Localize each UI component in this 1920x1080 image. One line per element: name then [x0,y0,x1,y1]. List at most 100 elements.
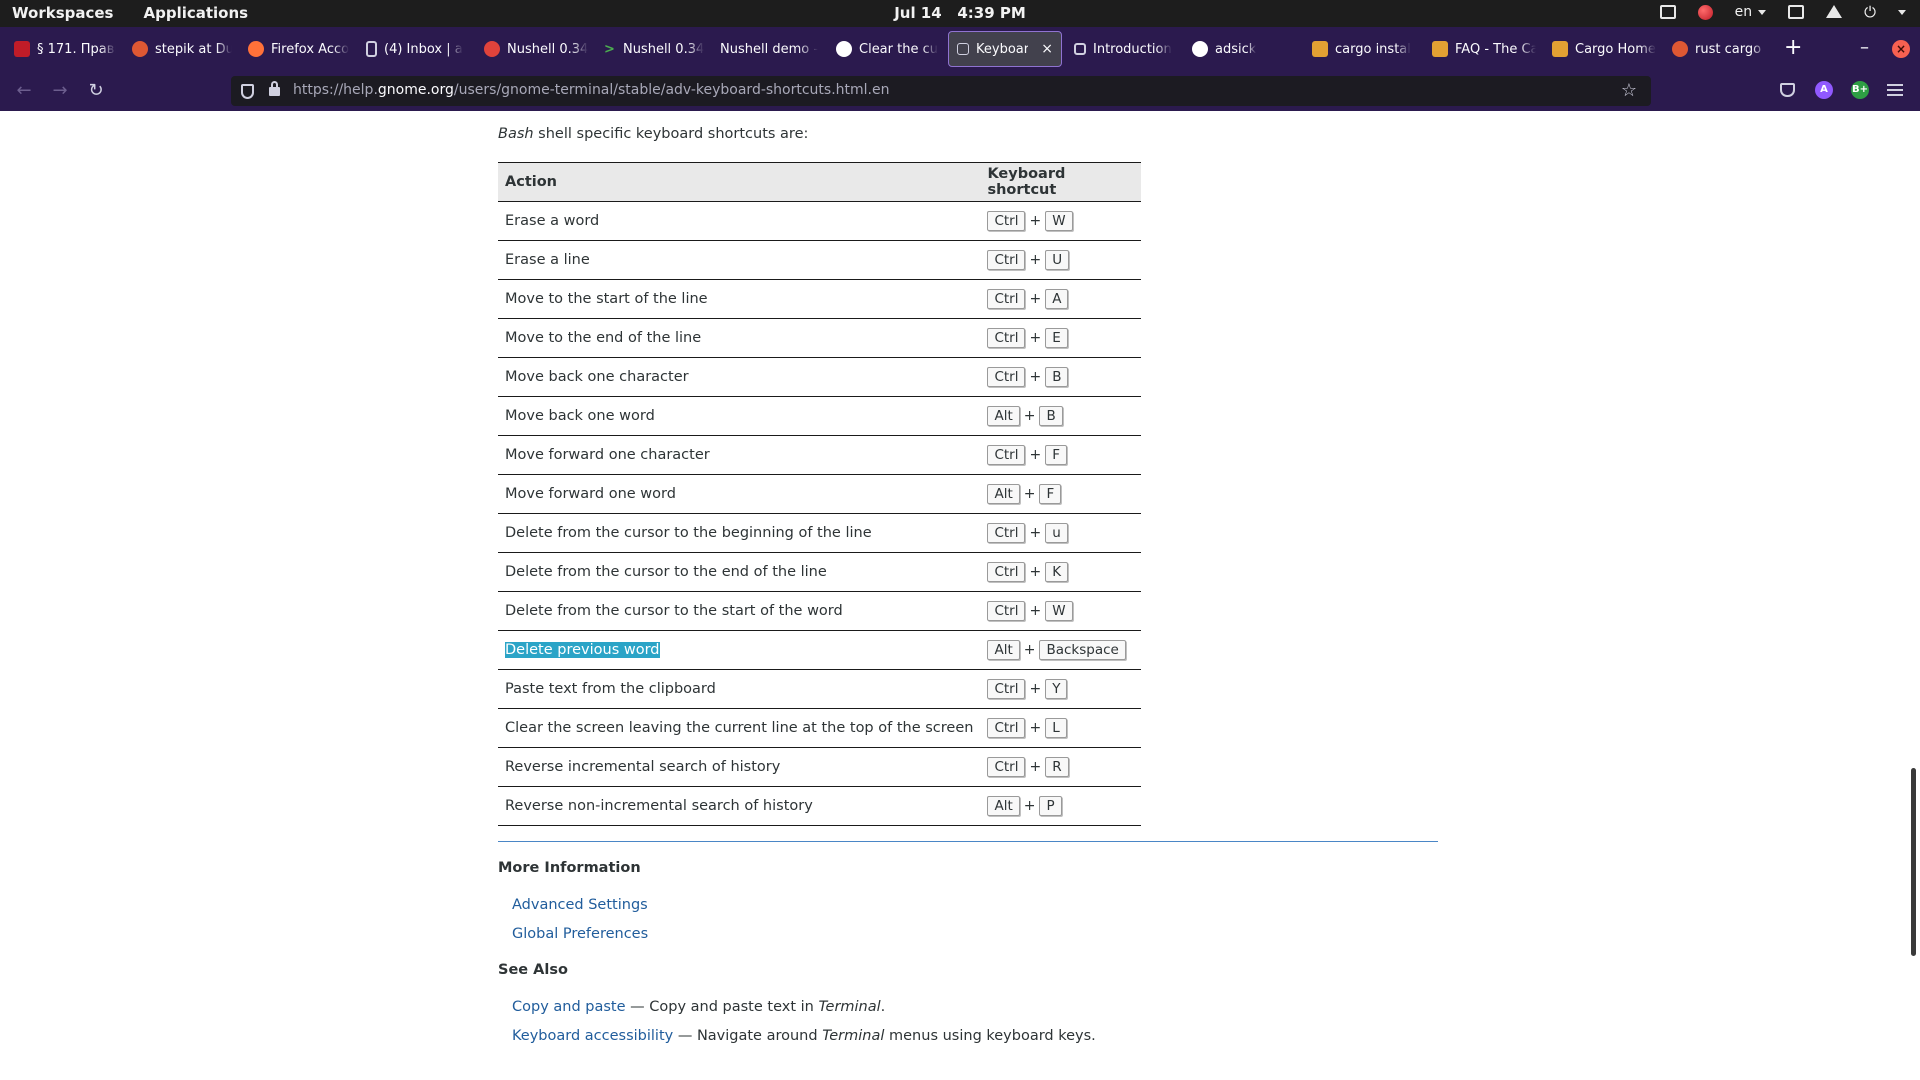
tab-10[interactable]: Introduction [1066,31,1184,67]
display-icon[interactable] [1659,5,1676,19]
advanced-settings-link[interactable]: Advanced Settings [512,897,648,913]
system-menu-chevron-icon[interactable] [1898,9,1906,15]
volume-icon[interactable] [1826,5,1843,19]
global-preferences-link[interactable]: Global Preferences [512,926,648,942]
shield-icon[interactable] [241,84,254,99]
gnome-help-icon [957,43,969,55]
extension-icon[interactable]: B+ [1851,81,1869,99]
account-avatar[interactable]: A [1815,81,1833,99]
tab-13[interactable]: FAQ - The Ca [1424,31,1544,67]
tab-8[interactable]: Clear the cu [828,31,946,67]
tab-label: stepik at Du [155,41,232,57]
language-label: en [1734,4,1753,20]
shortcut-cell: Ctrl + K [980,552,1141,592]
key-cap: F [1045,445,1067,465]
chevron-right-icon: > [604,41,615,57]
table-row: Reverse incremental search of history Ctr… [498,747,1141,787]
tab-15[interactable]: rust cargo in [1664,31,1774,67]
shortcut-cell: Alt + Backspace [980,630,1141,670]
scrollbar-thumb[interactable] [1911,768,1916,956]
description-text: Copy and paste text in [649,999,819,1015]
tab-11[interactable]: adsick [1184,31,1304,67]
tab-5[interactable]: Nushell 0.34 [476,31,596,67]
page-content: Bash shell specific keyboard shortcuts a… [0,111,1920,1080]
plus-sign: + [1029,525,1042,541]
key-cap: Ctrl [987,211,1026,231]
tab-14[interactable]: Cargo Home [1544,31,1664,67]
reload-icon[interactable]: ↻ [84,79,108,103]
key-cap: Alt [987,484,1020,504]
close-window-icon[interactable]: × [1892,40,1910,58]
action-label: Move to the end of the line [505,330,702,346]
chevron-down-icon [1758,9,1767,15]
menu-icon[interactable] [1887,81,1903,99]
plus-sign: + [1029,447,1042,463]
copy-and-paste-link[interactable]: Copy and paste [512,999,626,1015]
reddit-icon [484,41,500,57]
address-bar[interactable]: https://help.gnome.org/users/gnome-termi… [231,76,1651,106]
cargo-icon [1552,41,1568,57]
tab-keyboard-active[interactable]: Keyboard × [948,31,1062,67]
clock[interactable]: Jul 14 4:39 PM [894,4,1026,22]
tab-label: cargo instal [1335,41,1411,57]
keyboard-indicator-icon[interactable] [1788,5,1805,19]
key-cap: Ctrl [987,679,1026,699]
applications-menu[interactable]: Applications [143,4,248,22]
close-tab-icon[interactable]: × [1041,41,1053,57]
action-label: Delete from the cursor to the beginning … [505,525,872,541]
key-cap: A [1045,289,1069,309]
description-text: menus using keyboard keys. [884,1028,1096,1044]
tab-label: (4) Inbox | a [384,41,463,57]
action-label: Delete previous word [505,642,660,658]
tab-2[interactable]: stepik at Du [124,31,240,67]
action-label: Move forward one word [505,486,676,502]
language-selector[interactable]: en [1735,4,1767,20]
plus-sign: + [1029,252,1042,268]
action-label: Reverse incremental search of history [505,759,781,775]
column-header-shortcut: Keyboard shortcut [980,162,1141,202]
pocket-icon[interactable] [1780,83,1795,97]
firefox-icon [248,41,264,57]
intro-text: Bash shell specific keyboard shortcuts a… [498,126,808,142]
minimize-icon[interactable]: – [1860,37,1869,58]
tab-6[interactable]: > Nushell 0.34 [596,31,712,67]
keyboard-accessibility-link[interactable]: Keyboard accessibility [512,1028,673,1044]
shortcut-cell: Alt + F [980,474,1141,514]
workspaces-menu[interactable]: Workspaces [12,4,113,22]
plus-sign: + [1029,369,1042,385]
plus-sign: + [1023,486,1036,502]
action-label: Paste text from the clipboard [505,681,716,697]
tab-1[interactable]: § 171. Прави [6,31,124,67]
book-icon [1074,43,1086,55]
key-cap: Ctrl [987,523,1026,543]
tab-12[interactable]: cargo instal [1304,31,1424,67]
navigation-toolbar: ← → ↻ https://help.gnome.org/users/gnome… [0,71,1920,111]
key-cap: u [1045,523,1068,543]
shortcut-cell: Alt + P [980,786,1141,826]
intro-rest: shell specific keyboard shortcuts are: [533,126,809,142]
action-cell: Move to the end of the line [498,318,981,358]
lock-icon[interactable] [269,81,280,96]
action-cell: Paste text from the clipboard [498,669,981,709]
action-label: Delete from the cursor to the start of t… [505,603,843,619]
tab-3[interactable]: Firefox Acco [240,31,358,67]
key-cap: P [1039,796,1062,816]
gnome-top-bar: Workspaces Applications Jul 14 4:39 PM e… [0,0,1920,27]
description-text: . [880,999,886,1015]
tab-7[interactable]: Nushell demo - [712,31,828,67]
table-row: Clear the screen leaving the current lin… [498,708,1141,748]
bookmark-star-icon[interactable]: ☆ [1621,80,1637,101]
table-row: Erase a word Ctrl + W [498,201,1141,241]
shortcut-cell: Ctrl + Y [980,669,1141,709]
tab-label: Clear the cu [859,41,938,57]
new-tab-button[interactable]: + [1784,37,1802,59]
back-arrow-icon[interactable]: ← [12,79,36,103]
tab-4[interactable]: (4) Inbox | a [358,31,476,67]
action-label: Move back one word [505,408,655,424]
mail-icon [366,41,377,57]
forward-arrow-icon[interactable]: → [48,79,72,103]
url-text[interactable]: https://help.gnome.org/users/gnome-termi… [293,82,890,98]
app-indicator-icon[interactable] [1697,4,1713,20]
power-icon[interactable]: ⏻ [1864,3,1876,21]
table-row: Erase a line Ctrl + U [498,240,1141,280]
